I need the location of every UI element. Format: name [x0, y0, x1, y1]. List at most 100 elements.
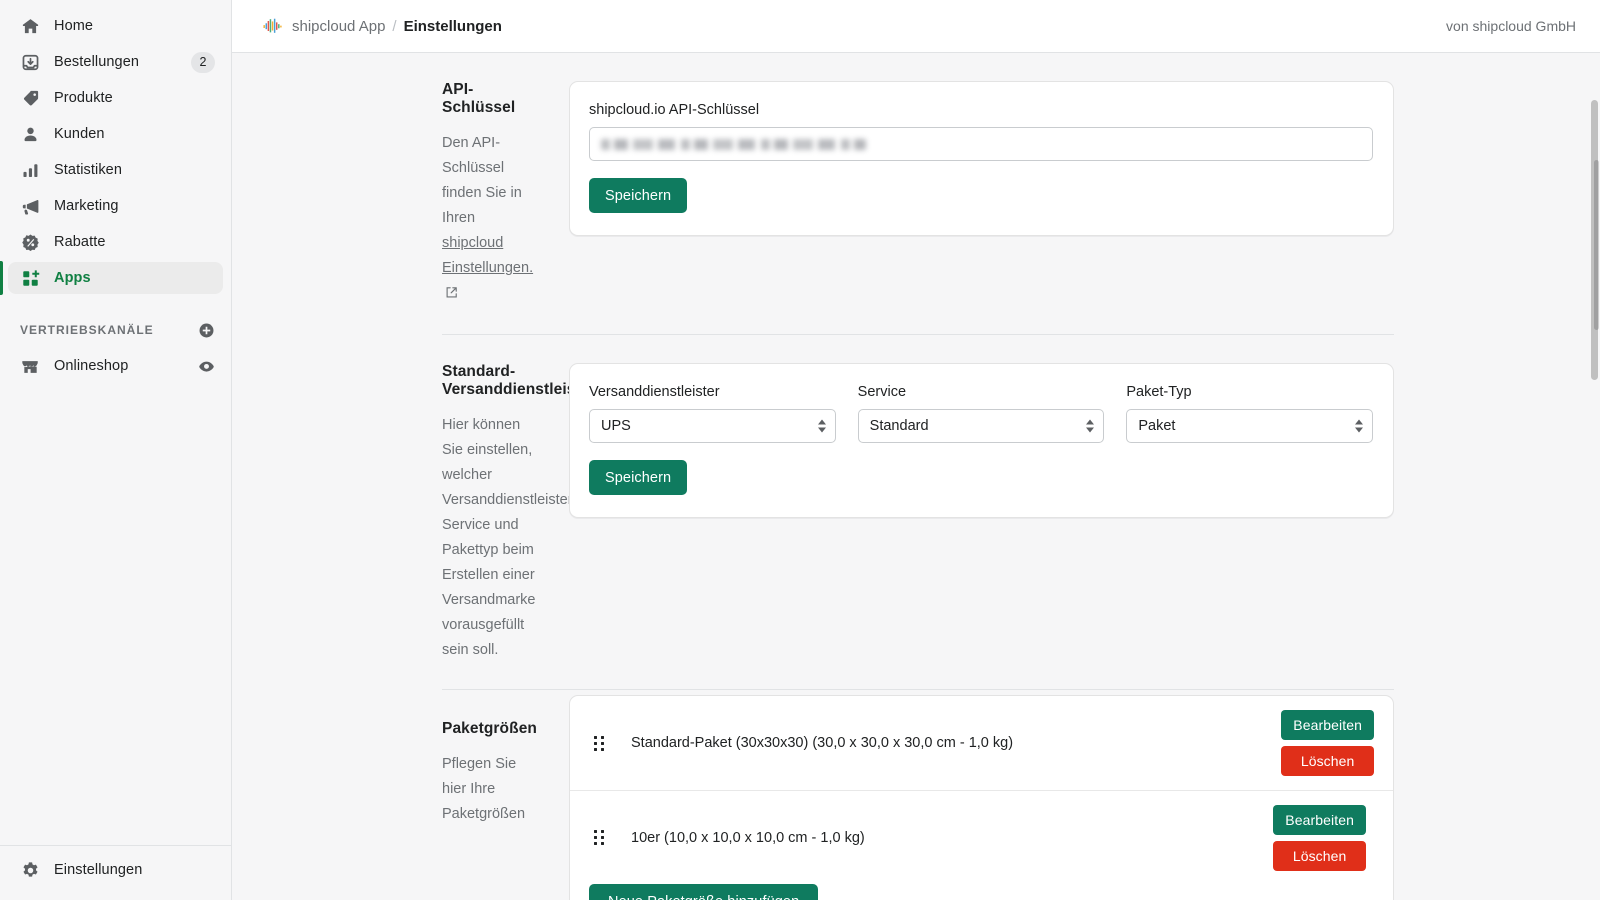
carrier-select[interactable]: UPS [589, 409, 836, 443]
table-row: Standard-Paket (30x30x30) (30,0 x 30,0 x… [570, 696, 1393, 790]
breadcrumb-separator: / [392, 18, 396, 35]
sidebar-item-label: Kunden [54, 126, 215, 142]
shipcloud-settings-link[interactable]: shipcloud Einstellungen. [442, 235, 533, 276]
chevron-updown-icon [1355, 420, 1363, 433]
table-row: 10er (10,0 x 10,0 x 10,0 cm - 1,0 kg) Be… [570, 790, 1393, 884]
section-default-carrier-card-wrap: Versanddienstleister UPS Service [569, 335, 1600, 663]
sidebar-item-label: Apps [54, 270, 215, 286]
person-icon [20, 124, 40, 144]
tag-icon [20, 88, 40, 108]
add-channel-icon[interactable] [198, 322, 215, 339]
section-package-sizes-intro: Paketgrößen Pflegen Sie hier Ihre Paketg… [232, 690, 569, 900]
main-area: shipcloud App / Einstellungen von shipcl… [232, 0, 1600, 900]
delete-package-size-button[interactable]: Löschen [1281, 746, 1374, 776]
section-description: Hier können Sie einstellen, welcher Vers… [442, 413, 537, 663]
service-field: Service Standard [858, 384, 1105, 443]
drag-handle-icon[interactable] [589, 735, 609, 752]
default-carrier-card: Versanddienstleister UPS Service [569, 363, 1394, 518]
api-key-field-label: shipcloud.io API-Schlüssel [589, 102, 1373, 118]
sidebar-item-apps[interactable]: Apps [8, 262, 223, 294]
delete-package-size-button[interactable]: Löschen [1273, 841, 1366, 871]
sidebar-item-label: Bestellungen [54, 54, 191, 70]
sidebar-item-home[interactable]: Home [8, 10, 223, 42]
sidebar-bottom: Einstellungen [0, 845, 232, 900]
section-api-key: API-Schlüssel Den API-Schlüssel finden S… [232, 53, 1600, 308]
service-label: Service [858, 384, 1105, 400]
add-package-size-button[interactable]: Neue Paketgröße hinzufügen [589, 884, 818, 900]
edit-package-size-button[interactable]: Bearbeiten [1273, 805, 1366, 835]
api-key-redacted-value [601, 139, 866, 150]
row-actions: Bearbeiten Löschen [1281, 710, 1374, 776]
section-title: Standard-Versanddienstleister [442, 363, 537, 399]
package-size-name: 10er (10,0 x 10,0 x 10,0 cm - 1,0 kg) [631, 830, 1273, 846]
carrier-field: Versanddienstleister UPS [589, 384, 836, 443]
section-title: Paketgrößen [442, 720, 537, 738]
breadcrumb-app-name[interactable]: shipcloud App [292, 18, 385, 35]
sidebar-item-label: Onlineshop [54, 358, 198, 374]
sidebar-item-kunden[interactable]: Kunden [8, 118, 223, 150]
package-type-label: Paket-Typ [1126, 384, 1373, 400]
section-package-sizes: Paketgrößen Pflegen Sie hier Ihre Paketg… [232, 690, 1600, 900]
sidebar-item-rabatte[interactable]: Rabatte [8, 226, 223, 258]
storefront-icon [20, 356, 40, 376]
page-scrollbar-thumb[interactable] [1591, 100, 1598, 380]
section-default-carrier-intro: Standard-Versanddienstleister Hier könne… [232, 335, 569, 663]
package-type-field: Paket-Typ Paket [1126, 384, 1373, 443]
carrier-fields-row: Versanddienstleister UPS Service [589, 384, 1373, 443]
sidebar-item-statistiken[interactable]: Statistiken [8, 154, 223, 186]
sidebar-item-marketing[interactable]: Marketing [8, 190, 223, 222]
vendor-label: von shipcloud GmbH [1446, 18, 1576, 34]
discount-percent-icon [20, 232, 40, 252]
home-icon [20, 16, 40, 36]
sidebar-section-vertriebskanaele: VERTRIEBSKANÄLE [8, 316, 223, 344]
page-scrollbar[interactable] [1588, 0, 1600, 900]
breadcrumb: shipcloud App / Einstellungen [263, 17, 502, 35]
orders-inbox-icon [20, 52, 40, 72]
section-description: Pflegen Sie hier Ihre Paketgrößen [442, 752, 537, 827]
sidebar-item-label: Marketing [54, 198, 215, 214]
sidebar-section-label: VERTRIEBSKANÄLE [20, 323, 198, 337]
shipcloud-logo-icon [263, 17, 283, 35]
section-api-key-intro: API-Schlüssel Den API-Schlüssel finden S… [232, 53, 569, 308]
external-link-icon [445, 283, 458, 308]
package-size-name: Standard-Paket (30x30x30) (30,0 x 30,0 x… [631, 735, 1281, 751]
save-default-carrier-button[interactable]: Speichern [589, 460, 687, 495]
section-package-sizes-card-wrap: Standard-Paket (30x30x30) (30,0 x 30,0 x… [569, 690, 1600, 900]
section-description: Den API-Schlüssel finden Sie in Ihren sh… [442, 131, 537, 308]
topbar: shipcloud App / Einstellungen von shipcl… [232, 0, 1600, 53]
sidebar-item-label: Rabatte [54, 234, 215, 250]
sidebar-item-label: Home [54, 18, 215, 34]
package-type-select[interactable]: Paket [1126, 409, 1373, 443]
api-key-card: shipcloud.io API-Schlüssel Speichern [569, 81, 1394, 236]
bar-chart-icon [20, 160, 40, 180]
sidebar-item-bestellungen[interactable]: Bestellungen 2 [8, 46, 223, 78]
apps-grid-plus-icon [20, 268, 40, 288]
preview-eye-icon[interactable] [198, 358, 215, 375]
section-title: API-Schlüssel [442, 81, 537, 117]
carrier-select-value: UPS [601, 418, 631, 434]
api-key-input[interactable] [589, 127, 1373, 161]
drag-handle-icon[interactable] [589, 829, 609, 846]
orders-count-badge: 2 [191, 52, 215, 73]
megaphone-icon [20, 196, 40, 216]
carrier-label: Versanddienstleister [589, 384, 836, 400]
service-select[interactable]: Standard [858, 409, 1105, 443]
section-description-text: Den API-Schlüssel finden Sie in Ihren [442, 135, 522, 226]
package-type-select-value: Paket [1138, 418, 1175, 434]
package-sizes-card: Standard-Paket (30x30x30) (30,0 x 30,0 x… [569, 695, 1394, 900]
sidebar-item-produkte[interactable]: Produkte [8, 82, 223, 114]
save-api-key-button[interactable]: Speichern [589, 178, 687, 213]
section-default-carrier: Standard-Versanddienstleister Hier könne… [232, 335, 1600, 663]
sidebar-item-label: Statistiken [54, 162, 215, 178]
section-api-key-card-wrap: shipcloud.io API-Schlüssel Speichern [569, 53, 1600, 308]
sidebar-item-onlineshop[interactable]: Onlineshop [8, 350, 223, 382]
chevron-updown-icon [1086, 420, 1094, 433]
sidebar-item-label: Produkte [54, 90, 215, 106]
edit-package-size-button[interactable]: Bearbeiten [1281, 710, 1374, 740]
sidebar-item-label: Einstellungen [54, 862, 216, 878]
add-package-size-wrap: Neue Paketgröße hinzufügen [570, 884, 1393, 900]
sidebar-item-einstellungen[interactable]: Einstellungen [8, 854, 224, 886]
breadcrumb-current-page: Einstellungen [404, 18, 502, 35]
gear-icon [20, 860, 40, 880]
sidebar: Home Bestellungen 2 Produkte Kun [0, 0, 232, 900]
